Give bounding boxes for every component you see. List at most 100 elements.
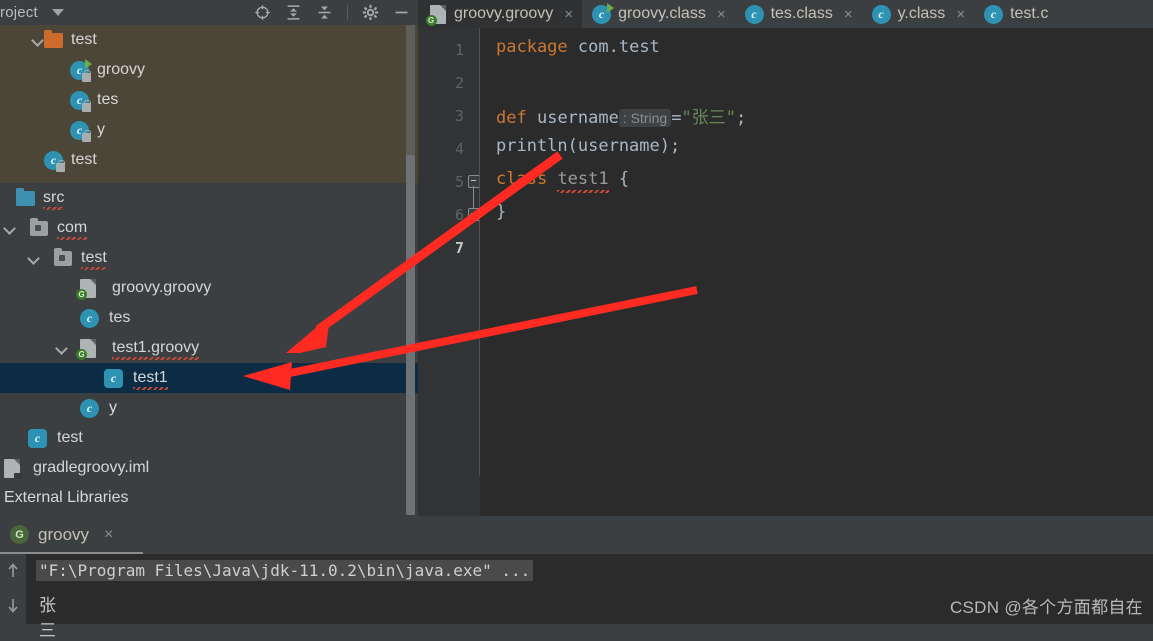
class-icon: c (80, 398, 100, 418)
package-icon (54, 247, 74, 268)
tree-node-label: com (57, 219, 88, 240)
editor-tab-label: tes.class (770, 5, 833, 22)
editor-tab-y-class[interactable]: c y.class × (862, 0, 974, 28)
tree-node-test1-groovy[interactable]: G test1.groovy (0, 333, 418, 363)
tree-node-y[interactable]: c y (0, 115, 418, 145)
tree-node-label: test1 (133, 369, 168, 390)
minimize-icon[interactable] (393, 4, 410, 21)
tree-node-label: groovy (97, 61, 146, 78)
groovy-file-icon: G (425, 4, 447, 26)
tree-node-label: groovy.groovy (112, 279, 212, 296)
project-scrollbar-thumb[interactable] (406, 155, 415, 515)
toolbar-divider (347, 5, 348, 20)
tree-node-label: test (57, 429, 83, 446)
tree-node-y-class[interactable]: c y (0, 393, 418, 423)
tree-node-src[interactable]: src (0, 183, 418, 213)
console-result-line: 张三 (39, 596, 56, 640)
tree-node-label: src (43, 189, 65, 210)
expand-all-icon[interactable] (285, 4, 302, 21)
project-scrollbar[interactable] (404, 25, 416, 516)
editor-tab-label: y.class (897, 5, 946, 22)
watermark: CSDN @各个方面都自在 (949, 598, 1143, 617)
line-number: 5 (454, 173, 464, 191)
iml-file-icon (4, 458, 24, 479)
close-icon[interactable]: × (104, 526, 113, 544)
tree-node-label: test (71, 151, 97, 168)
tree-node-test-class-root[interactable]: c test (0, 423, 418, 453)
class-icon: c (104, 368, 124, 388)
close-icon[interactable]: × (956, 6, 965, 23)
no-chevron-icon (32, 154, 44, 166)
chevron-down-icon[interactable] (32, 34, 44, 46)
tree-node-test1-class[interactable]: c test1 (0, 363, 418, 393)
editor-tab-bar: G groovy.groovy × c groovy.class × c tes… (418, 0, 1153, 28)
class-icon: c (70, 120, 91, 142)
tree-node-com[interactable]: com (0, 213, 418, 243)
class-icon: c (28, 428, 48, 448)
gear-icon[interactable] (362, 4, 379, 21)
console-tab-label: groovy (38, 524, 90, 544)
line-number: 4 (454, 140, 464, 158)
editor-tab-test-class[interactable]: c test.c (974, 0, 1057, 28)
tree-node-gradlegroovy-iml[interactable]: gradlegroovy.iml (0, 453, 418, 483)
class-icon: c (80, 308, 100, 328)
tree-node-test-folder[interactable]: test (0, 25, 418, 55)
class-icon: c (871, 4, 891, 24)
tree-node-label: test (71, 31, 97, 48)
tree-node-external-libraries[interactable]: External Libraries (0, 483, 418, 513)
tree-node-label: y (97, 121, 105, 138)
editor-tab-groovy-class[interactable]: c groovy.class × (582, 0, 735, 28)
tree-node-label: test1.groovy (112, 339, 200, 360)
line-number: 1 (454, 41, 464, 59)
groovy-run-icon: G (10, 525, 29, 544)
groovy-file-icon: G (76, 278, 100, 300)
locate-icon[interactable] (254, 4, 271, 21)
close-icon[interactable]: × (717, 6, 726, 23)
intellij-idea-window: roject test c groovy c tes c y c test sr… (0, 0, 1153, 640)
editor-tab-groovy-groovy[interactable]: G groovy.groovy × (418, 0, 583, 28)
chevron-down-icon[interactable] (28, 252, 40, 264)
tree-node-tes[interactable]: c tes (0, 85, 418, 115)
tree-node-test-class[interactable]: c test (0, 145, 418, 175)
class-icon: c (984, 4, 1004, 24)
console-tab-groovy[interactable]: G groovy × (10, 516, 113, 553)
tree-node-label: y (109, 399, 117, 416)
tree-node-groovy[interactable]: c groovy (0, 55, 418, 85)
no-chevron-icon (4, 192, 16, 204)
chevron-down-icon[interactable] (51, 9, 64, 16)
arrow-up-icon[interactable] (7, 562, 19, 578)
console-gutter (0, 554, 26, 624)
close-icon[interactable]: × (844, 6, 853, 23)
code-line-3: def username: String ="张三"; (496, 108, 747, 128)
arrow-down-icon[interactable] (7, 598, 19, 614)
tree-node-tes-class[interactable]: c tes (0, 303, 418, 333)
editor-tab-label: test.c (1010, 5, 1049, 22)
chevron-down-icon[interactable] (56, 342, 68, 354)
project-tree-overlay: test c groovy c tes c y c test (0, 25, 418, 183)
code-line-1: package com.test (496, 37, 660, 57)
editor-code-text[interactable]: package com.test def username: String ="张… (480, 28, 1153, 516)
console-tab-bar: G groovy × (0, 516, 1153, 555)
editor-tab-label: groovy.groovy (454, 5, 554, 22)
project-scrollbar-track (406, 25, 415, 155)
fold-region-line (473, 186, 474, 208)
close-icon[interactable]: × (564, 6, 573, 23)
collapse-all-icon[interactable] (316, 4, 333, 21)
class-icon: c (744, 4, 764, 24)
folder-orange-icon (44, 29, 64, 50)
no-chevron-icon (58, 124, 70, 136)
tree-node-test-package[interactable]: test (0, 243, 418, 273)
editor-tab-tes-class[interactable]: c tes.class × (735, 0, 862, 28)
chevron-down-icon[interactable] (4, 222, 16, 234)
tree-node-label: tes (109, 309, 131, 326)
code-line-4: println(username); (496, 136, 681, 156)
line-number: 2 (454, 74, 464, 92)
tree-node-label: test (81, 249, 107, 270)
groovy-file-icon: G (76, 338, 100, 360)
line-number: 6 (454, 206, 464, 224)
class-run-icon: c (592, 2, 615, 24)
editor-gutter[interactable]: 1 2 3 4 5 6 7 (418, 28, 481, 516)
code-line-6: } (496, 202, 507, 222)
tree-node-groovy-groovy[interactable]: G groovy.groovy (0, 273, 418, 303)
editor-area: G groovy.groovy × c groovy.class × c tes… (418, 0, 1153, 516)
